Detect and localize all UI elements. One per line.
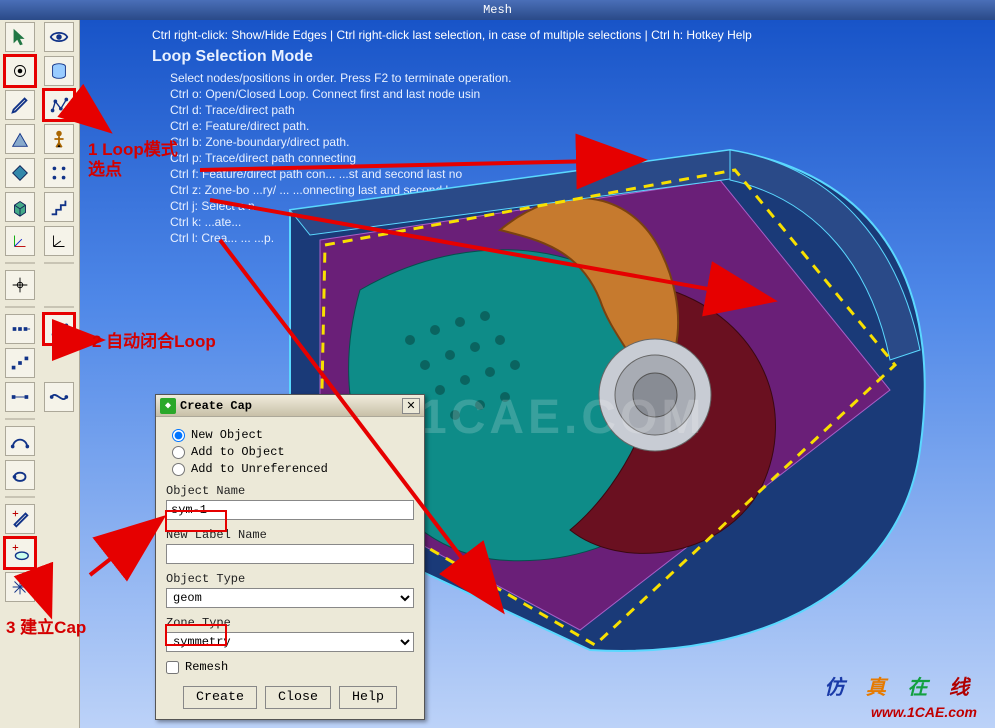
radio-add-to-unref[interactable]: Add to Unreferenced [172,462,414,476]
toolbar-separator [5,496,35,498]
dialog-close-button[interactable]: ✕ [402,398,420,414]
label-zonetype: Zone Type [166,616,414,630]
brand-char: 线 [949,677,977,699]
tool-curve-closed[interactable] [5,460,35,490]
brand-char: 仿 [824,677,852,699]
brand-char: 在 [907,677,935,699]
radio-input[interactable] [172,463,185,476]
selection-mode-title: Loop Selection Mode [152,48,313,66]
titlebar: Mesh [0,0,995,20]
tool-transform[interactable] [5,572,35,602]
radio-add-to-object[interactable]: Add to Object [172,445,414,459]
create-button[interactable]: Create [183,686,257,709]
radio-label: Add to Unreferenced [191,462,328,476]
tool-loop-select[interactable] [44,90,74,120]
tool-axis[interactable] [5,226,35,256]
radio-label: Add to Object [191,445,285,459]
input-object-name[interactable] [166,500,414,520]
tool-cursor[interactable] [5,270,35,300]
close-button[interactable]: Close [265,686,331,709]
dialog-app-icon: ◆ [160,398,176,414]
create-cap-dialog: ◆ Create Cap ✕ New Object Add to Object … [155,394,425,720]
input-new-label[interactable] [166,544,414,564]
label-objname: Object Name [166,484,414,498]
window-title: Mesh [483,3,512,17]
radio-label: New Object [191,428,263,442]
tool-plus-pencil[interactable] [5,504,35,534]
help-button[interactable]: Help [339,686,397,709]
tool-pencil[interactable] [5,90,35,120]
checkbox-label: Remesh [185,660,228,674]
footer-brand: 仿 真 在 线 [824,671,977,700]
brand-char: 真 [866,677,894,699]
dialog-buttons: Create Close Help [166,686,414,709]
tool-curve-open[interactable] [5,426,35,456]
tool-cylinder[interactable] [44,56,74,86]
radio-input[interactable] [172,429,185,442]
watermark: 1CAE.COM [420,390,705,445]
tool-create-cap[interactable] [5,538,35,568]
viewport-hint: Ctrl right-click: Show/Hide Edges | Ctrl… [152,28,752,42]
radio-input[interactable] [172,446,185,459]
select-object-type[interactable]: geom [166,588,414,608]
tool-dots[interactable] [44,158,74,188]
tool-human[interactable] [44,124,74,154]
annotation-3: 3 建立Cap [6,618,86,638]
checkbox-remesh-row[interactable]: Remesh [166,660,414,674]
tool-arrow[interactable] [5,22,35,52]
radio-new-object[interactable]: New Object [172,428,414,442]
tool-node-point[interactable] [5,56,35,86]
dialog-titlebar[interactable]: ◆ Create Cap ✕ [156,395,424,417]
dialog-body: New Object Add to Object Add to Unrefere… [156,417,424,719]
footer-url: www.1CAE.com [871,704,977,720]
select-zone-type[interactable]: symmetry [166,632,414,652]
tool-eye[interactable] [44,22,74,52]
toolbar-separator [5,262,35,264]
toolbar-separator [44,306,74,308]
tool-axes-local[interactable] [44,226,74,256]
label-objtype: Object Type [166,572,414,586]
tool-rhombus[interactable] [5,158,35,188]
tool-cable[interactable] [44,382,74,412]
tool-triangle[interactable] [5,124,35,154]
toolbar-separator [5,306,35,308]
tool-close-loop[interactable] [44,314,74,344]
tool-nodes-line[interactable] [5,382,35,412]
tool-block[interactable] [5,192,35,222]
annotation-1: 1 Loop模式 选点 [88,140,178,180]
toolbar-separator [5,418,35,420]
checkbox-remesh[interactable] [166,661,179,674]
label-newlabel: New Label Name [166,528,414,542]
tool-stairs[interactable] [44,192,74,222]
tool-nodes-row[interactable] [5,314,35,344]
instr-line: Select nodes/positions in order. Press F… [170,70,512,86]
tool-nodes-diag[interactable] [5,348,35,378]
annotation-2: 2 自动闭合Loop [92,332,216,352]
toolbar-separator [44,262,74,264]
dialog-title: Create Cap [180,399,402,413]
